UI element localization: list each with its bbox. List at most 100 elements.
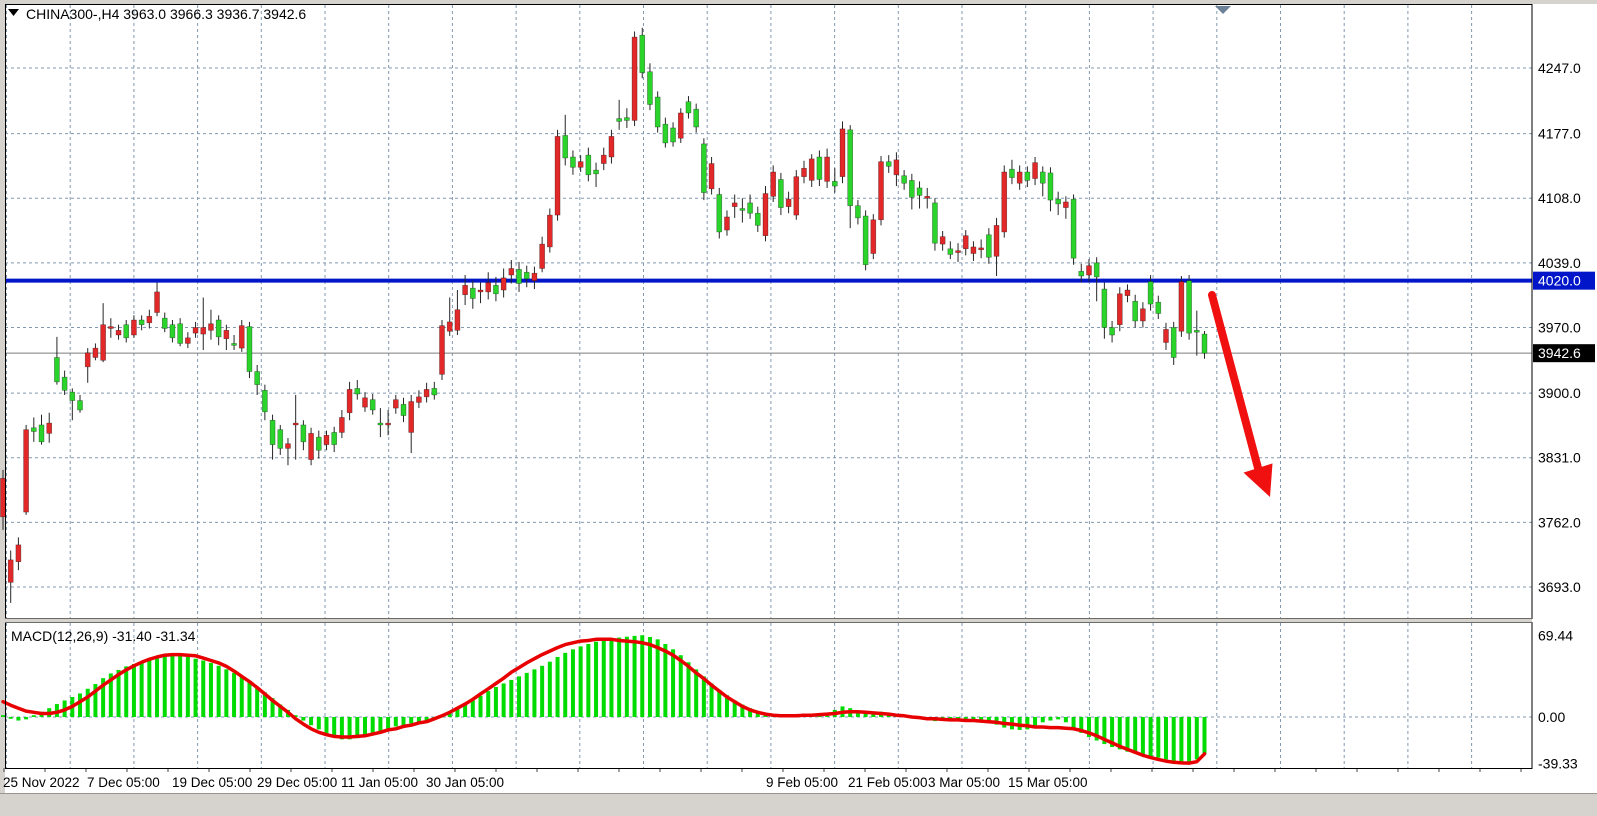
bull-candle[interactable]: [732, 203, 737, 207]
bull-candle[interactable]: [155, 292, 160, 313]
bear-candle[interactable]: [1102, 289, 1107, 327]
bull-candle[interactable]: [47, 423, 52, 433]
bull-candle[interactable]: [193, 328, 198, 334]
bear-candle[interactable]: [1071, 199, 1076, 258]
bear-candle[interactable]: [1056, 199, 1061, 204]
bull-candle[interactable]: [116, 330, 121, 335]
bull-candle[interactable]: [108, 327, 113, 329]
bull-candle[interactable]: [971, 247, 976, 254]
bull-candle[interactable]: [285, 444, 290, 449]
bear-candle[interactable]: [1079, 271, 1084, 276]
bull-candle[interactable]: [601, 155, 606, 163]
bear-candle[interactable]: [301, 425, 306, 442]
bear-candle[interactable]: [1040, 172, 1045, 183]
bear-candle[interactable]: [70, 392, 75, 400]
bear-candle[interactable]: [1025, 172, 1030, 180]
bear-candle[interactable]: [686, 102, 691, 113]
bull-candle[interactable]: [1125, 290, 1130, 296]
bull-candle[interactable]: [185, 338, 190, 344]
panel-splitter[interactable]: [5, 619, 1532, 623]
bull-candle[interactable]: [724, 217, 729, 230]
bull-candle[interactable]: [386, 423, 391, 425]
bear-candle[interactable]: [162, 318, 167, 328]
bull-candle[interactable]: [416, 397, 421, 403]
bear-candle[interactable]: [332, 432, 337, 444]
bull-candle[interactable]: [293, 423, 298, 425]
bull-candle[interactable]: [440, 326, 445, 375]
bear-candle[interactable]: [355, 388, 360, 394]
bull-candle[interactable]: [93, 348, 98, 357]
bear-candle[interactable]: [1009, 169, 1014, 177]
bull-candle[interactable]: [201, 328, 206, 335]
bear-candle[interactable]: [1202, 334, 1207, 353]
bear-candle[interactable]: [863, 216, 868, 265]
bear-candle[interactable]: [671, 128, 676, 142]
bull-candle[interactable]: [940, 237, 945, 244]
bull-candle[interactable]: [478, 290, 483, 292]
bull-candle[interactable]: [131, 320, 136, 335]
bear-candle[interactable]: [232, 343, 237, 345]
bull-candle[interactable]: [208, 324, 213, 331]
bull-candle[interactable]: [555, 136, 560, 215]
bear-candle[interactable]: [517, 269, 522, 283]
bear-candle[interactable]: [817, 157, 822, 179]
bull-candle[interactable]: [632, 37, 637, 120]
bull-candle[interactable]: [825, 157, 830, 181]
bull-candle[interactable]: [763, 194, 768, 236]
bull-candle[interactable]: [794, 177, 799, 215]
bull-candle[interactable]: [447, 322, 452, 331]
bear-candle[interactable]: [594, 170, 599, 174]
bull-candle[interactable]: [925, 196, 930, 198]
bear-candle[interactable]: [493, 285, 498, 293]
bull-candle[interactable]: [979, 248, 984, 250]
bear-candle[interactable]: [948, 249, 953, 255]
bull-candle[interactable]: [393, 400, 398, 408]
bear-candle[interactable]: [755, 213, 760, 225]
bear-candle[interactable]: [909, 180, 914, 197]
bull-candle[interactable]: [455, 310, 460, 331]
bull-candle[interactable]: [309, 433, 314, 459]
bear-candle[interactable]: [62, 377, 67, 390]
bull-candle[interactable]: [463, 285, 468, 294]
bull-candle[interactable]: [85, 353, 90, 367]
bear-candle[interactable]: [39, 425, 44, 442]
bear-candle[interactable]: [170, 325, 175, 338]
bear-candle[interactable]: [1156, 302, 1161, 313]
bear-candle[interactable]: [694, 109, 699, 127]
bull-candle[interactable]: [871, 220, 876, 254]
bear-candle[interactable]: [432, 388, 437, 395]
bull-candle[interactable]: [486, 283, 491, 292]
bear-candle[interactable]: [748, 203, 753, 213]
bull-candle[interactable]: [8, 560, 13, 582]
bull-candle[interactable]: [802, 168, 807, 176]
bear-candle[interactable]: [1133, 301, 1138, 321]
bear-candle[interactable]: [570, 157, 575, 167]
bear-candle[interactable]: [470, 288, 475, 298]
bear-candle[interactable]: [262, 390, 267, 412]
bear-candle[interactable]: [139, 320, 144, 325]
bear-candle[interactable]: [255, 372, 260, 385]
bear-candle[interactable]: [378, 423, 383, 425]
bear-candle[interactable]: [932, 203, 937, 243]
bear-candle[interactable]: [316, 437, 321, 450]
bear-candle[interactable]: [586, 155, 591, 175]
bear-candle[interactable]: [370, 400, 375, 410]
bear-candle[interactable]: [778, 179, 783, 207]
bear-candle[interactable]: [270, 420, 275, 444]
bear-candle[interactable]: [902, 176, 907, 183]
bull-candle[interactable]: [963, 236, 968, 249]
bear-candle[interactable]: [655, 97, 660, 127]
bear-candle[interactable]: [1187, 281, 1192, 333]
bear-candle[interactable]: [401, 404, 406, 415]
bull-candle[interactable]: [786, 199, 791, 206]
bear-candle[interactable]: [1094, 263, 1099, 277]
bull-candle[interactable]: [409, 402, 414, 433]
bull-candle[interactable]: [578, 162, 583, 168]
bear-candle[interactable]: [124, 325, 129, 338]
bull-candle[interactable]: [994, 225, 999, 256]
bear-candle[interactable]: [54, 357, 59, 381]
bear-candle[interactable]: [701, 144, 706, 193]
bear-candle[interactable]: [247, 327, 252, 372]
bear-candle[interactable]: [886, 162, 891, 167]
bear-candle[interactable]: [617, 119, 622, 122]
